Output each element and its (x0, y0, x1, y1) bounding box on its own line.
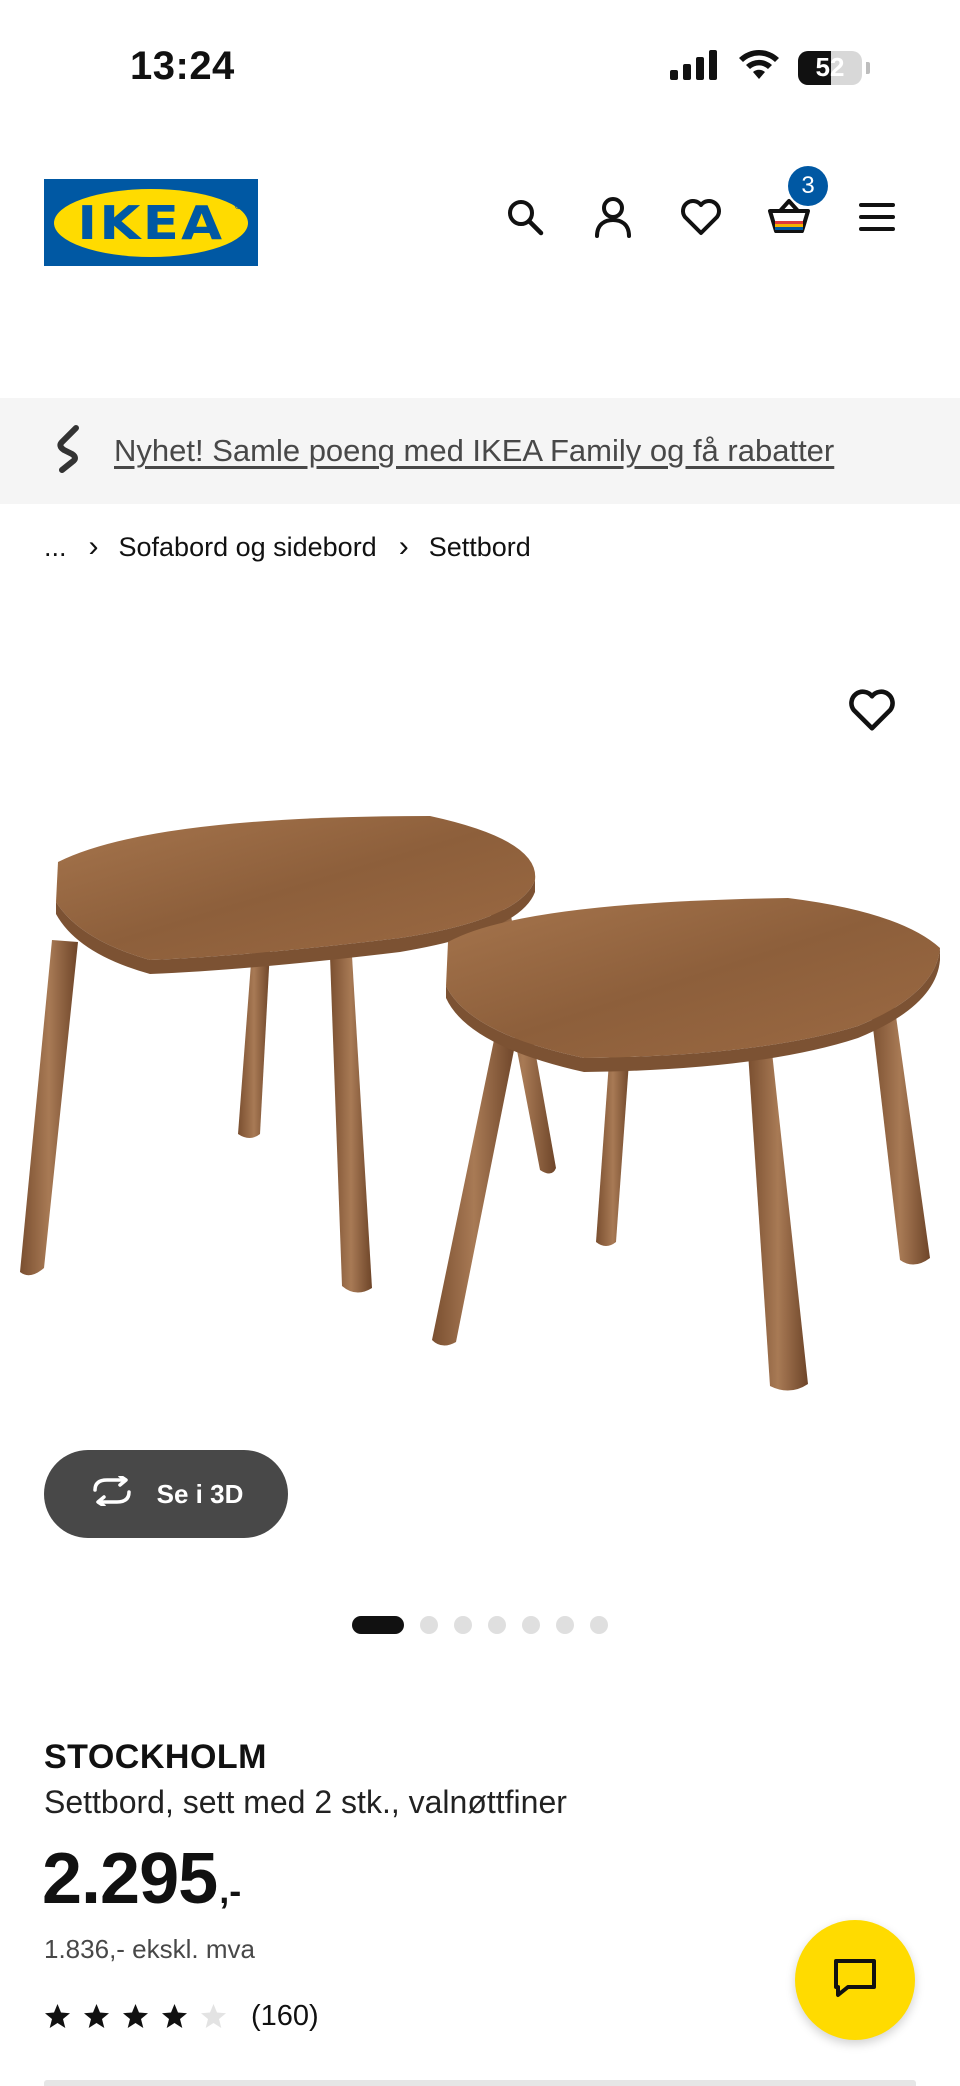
breadcrumb-item-sofabord[interactable]: Sofabord og sidebord (119, 532, 377, 563)
breadcrumb: ... › Sofabord og sidebord › Settbord (44, 530, 531, 564)
gallery-pagination (0, 1616, 960, 1634)
star-filled-icon (123, 2004, 148, 2028)
bottom-divider (44, 2080, 916, 2086)
wifi-icon (738, 50, 780, 85)
search-icon[interactable] (502, 194, 548, 240)
ikea-family-icon (52, 424, 88, 479)
logo-text: IKEA (77, 195, 225, 250)
price-suffix: ,- (219, 1870, 242, 1911)
status-icons: 52 (670, 50, 870, 85)
heart-icon[interactable] (678, 194, 724, 240)
battery-cap (866, 61, 870, 74)
user-icon[interactable] (590, 194, 636, 240)
promo-link[interactable]: Nyhet! Samle poeng med IKEA Family og få… (114, 433, 834, 469)
product-image[interactable] (0, 780, 960, 1420)
chat-button[interactable] (795, 1920, 915, 2040)
cart-icon[interactable]: 3 (766, 166, 828, 240)
rotate-3d-icon (89, 1473, 135, 1513)
view-in-3d-label: Se i 3D (156, 1478, 244, 1509)
star-empty-icon (201, 2004, 226, 2028)
product-rating[interactable]: (160) (44, 2000, 319, 2033)
battery-level: 52 (815, 52, 845, 82)
ikea-family-banner[interactable]: Nyhet! Samle poeng med IKEA Family og få… (0, 398, 960, 504)
price-excl-vat: 1.836,- ekskl. mva (44, 1934, 255, 1964)
favorite-heart-icon[interactable] (848, 688, 896, 736)
breadcrumb-item-settbord[interactable]: Settbord (429, 532, 531, 563)
breadcrumb-separator: › (398, 530, 409, 563)
status-time: 13:24 (130, 44, 235, 88)
breadcrumb-ellipsis[interactable]: ... (44, 532, 67, 563)
pagination-dot[interactable] (420, 1616, 438, 1634)
product-name: STOCKHOLM (44, 1738, 267, 1776)
pagination-dot[interactable] (488, 1616, 506, 1634)
cart-count-badge: 3 (788, 166, 828, 206)
pagination-dot[interactable] (590, 1616, 608, 1634)
site-header: IKEA ® 3 (0, 140, 960, 400)
pagination-dot-active[interactable] (352, 1616, 404, 1634)
logo-oval: IKEA (54, 188, 248, 257)
pagination-dot[interactable] (454, 1616, 472, 1634)
rating-stars (44, 2003, 227, 2030)
pagination-dot[interactable] (556, 1616, 574, 1634)
star-filled-icon (162, 2004, 187, 2028)
pagination-dot[interactable] (522, 1616, 540, 1634)
breadcrumb-separator: › (88, 530, 99, 563)
view-in-3d-button[interactable]: Se i 3D (44, 1450, 288, 1538)
ikea-logo[interactable]: IKEA ® (44, 179, 258, 266)
review-count[interactable]: (160) (251, 2000, 319, 2033)
logo-registered-mark: ® (234, 201, 242, 212)
status-bar: 13:24 52 (0, 0, 960, 140)
header-icons: 3 (502, 166, 900, 240)
menu-icon[interactable] (854, 194, 900, 240)
star-filled-icon (84, 2004, 109, 2028)
chat-icon (832, 1957, 878, 2004)
battery-icon: 52 (798, 50, 862, 85)
signal-icon (670, 50, 720, 85)
product-price: 2.295 ,- (42, 1838, 241, 1920)
star-filled-icon (45, 2004, 70, 2028)
product-gallery: Se i 3D (0, 610, 960, 1634)
price-value: 2.295 (42, 1839, 218, 1919)
product-description: Settbord, sett med 2 stk., valnøttfiner (44, 1784, 567, 1820)
